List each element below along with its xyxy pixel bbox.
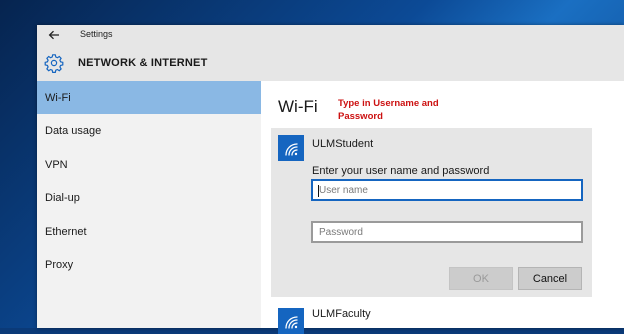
wifi-tile bbox=[278, 308, 304, 334]
arrow-left-icon bbox=[48, 30, 59, 40]
network-card-ulmstudent[interactable]: ULMStudent Enter your user name and pass… bbox=[271, 128, 592, 297]
sidebar-item-label: Ethernet bbox=[45, 225, 87, 238]
network-name: ULMStudent bbox=[312, 138, 374, 150]
page-title: Wi-Fi bbox=[278, 97, 318, 116]
sidebar-item-vpn[interactable]: VPN bbox=[37, 148, 261, 181]
sidebar: Wi-Fi Data usage VPN Dial-up Ethernet Pr… bbox=[37, 81, 261, 328]
sidebar-item-proxy[interactable]: Proxy bbox=[37, 248, 261, 281]
instruction-annotation: Type in Username and Password bbox=[338, 98, 439, 122]
sidebar-item-wifi[interactable]: Wi-Fi bbox=[37, 81, 261, 114]
section-title: NETWORK & INTERNET bbox=[78, 57, 208, 69]
settings-window: Settings NETWORK & INTERNET Wi-Fi Data u… bbox=[37, 25, 624, 334]
text-cursor bbox=[318, 185, 319, 197]
sidebar-item-ethernet[interactable]: Ethernet bbox=[37, 215, 261, 248]
sidebar-item-dial-up[interactable]: Dial-up bbox=[37, 181, 261, 214]
sidebar-item-label: VPN bbox=[45, 158, 68, 171]
wifi-tile bbox=[278, 135, 304, 161]
sidebar-item-data-usage[interactable]: Data usage bbox=[37, 114, 261, 147]
section-header: NETWORK & INTERNET bbox=[37, 45, 624, 81]
gear-icon bbox=[44, 54, 64, 73]
password-field[interactable] bbox=[311, 221, 583, 243]
window-title: Settings bbox=[80, 29, 113, 39]
cancel-button[interactable]: Cancel bbox=[518, 267, 582, 290]
title-bar: Settings bbox=[37, 25, 624, 45]
network-name: ULMFaculty bbox=[312, 308, 371, 320]
username-field[interactable] bbox=[311, 179, 583, 201]
wifi-icon bbox=[285, 143, 298, 156]
network-item-ulmfaculty[interactable]: ULMFaculty bbox=[271, 303, 592, 334]
sidebar-item-label: Wi-Fi bbox=[45, 91, 71, 104]
back-button[interactable] bbox=[44, 27, 64, 43]
main-content: Wi-Fi Type in Username and Password ULMS… bbox=[261, 81, 624, 334]
sidebar-item-label: Proxy bbox=[45, 258, 74, 271]
wifi-icon bbox=[285, 316, 298, 329]
ok-button[interactable]: OK bbox=[449, 267, 513, 290]
sidebar-item-label: Dial-up bbox=[45, 191, 80, 204]
sidebar-item-label: Data usage bbox=[45, 124, 102, 137]
credentials-prompt: Enter your user name and password bbox=[312, 165, 490, 177]
